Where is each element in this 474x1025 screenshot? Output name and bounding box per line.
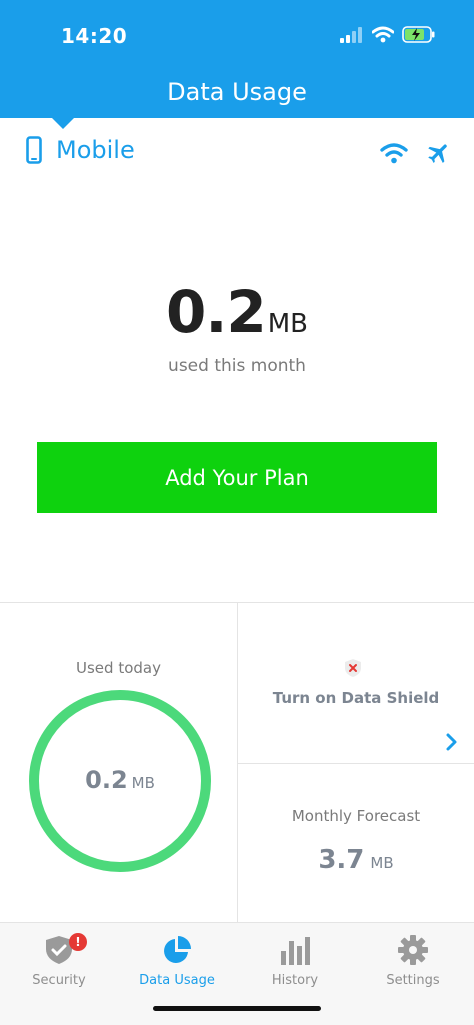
used-today-label: Used today (76, 659, 161, 677)
monthly-usage-value: 0.2MB (0, 278, 474, 346)
monthly-forecast-label: Monthly Forecast (291, 807, 421, 825)
mobile-mode-tab[interactable]: Mobile (26, 136, 135, 164)
data-shield-label: Turn on Data Shield (272, 689, 440, 707)
wifi-status-icon (372, 26, 394, 43)
gear-icon (398, 935, 428, 965)
tab-data-usage[interactable]: Data Usage (118, 931, 236, 988)
page-title: Data Usage (167, 78, 307, 106)
alert-badge: ! (69, 933, 87, 951)
shield-off-icon (345, 659, 361, 677)
status-icons (340, 26, 436, 43)
today-number: 0.2 (85, 766, 128, 794)
usage-number: 0.2 (165, 278, 267, 346)
tab-label: Security (32, 973, 86, 988)
forecast-unit: MB (370, 854, 394, 872)
pie-chart-icon (164, 936, 191, 963)
tab-security[interactable]: ! Security (0, 931, 118, 988)
connection-mode-row: Mobile (0, 136, 474, 176)
tab-label: Settings (386, 973, 440, 988)
mode-switcher (380, 140, 452, 166)
monthly-forecast-value: 3.7 MB (238, 845, 474, 875)
app-header: 14:20 Data Usage (0, 0, 474, 118)
battery-charging-icon (402, 26, 435, 43)
add-plan-label: Add Your Plan (165, 465, 309, 490)
home-indicator[interactable] (153, 1006, 321, 1011)
phone-icon (26, 136, 42, 164)
usage-unit: MB (267, 309, 309, 339)
used-today-value: 0.2 MB (28, 766, 212, 794)
tab-label: History (271, 973, 319, 988)
tab-label: Data Usage (139, 973, 215, 988)
cellular-signal-icon (340, 26, 362, 43)
chevron-right-icon[interactable] (445, 732, 459, 752)
forecast-number: 3.7 (318, 845, 365, 875)
tab-settings[interactable]: Settings (354, 931, 472, 988)
data-shield-card[interactable] (238, 603, 474, 763)
tab-history[interactable]: History (236, 931, 354, 988)
today-unit: MB (131, 774, 155, 792)
mode-label: Mobile (56, 136, 135, 164)
divider (238, 763, 474, 764)
header-pointer (51, 117, 75, 129)
status-time: 14:20 (61, 24, 128, 48)
usage-caption: used this month (168, 356, 306, 376)
wifi-mode-icon[interactable] (380, 142, 408, 164)
bar-chart-icon (281, 937, 310, 965)
add-plan-button[interactable]: Add Your Plan (37, 442, 437, 513)
airplane-mode-icon[interactable] (426, 140, 452, 166)
